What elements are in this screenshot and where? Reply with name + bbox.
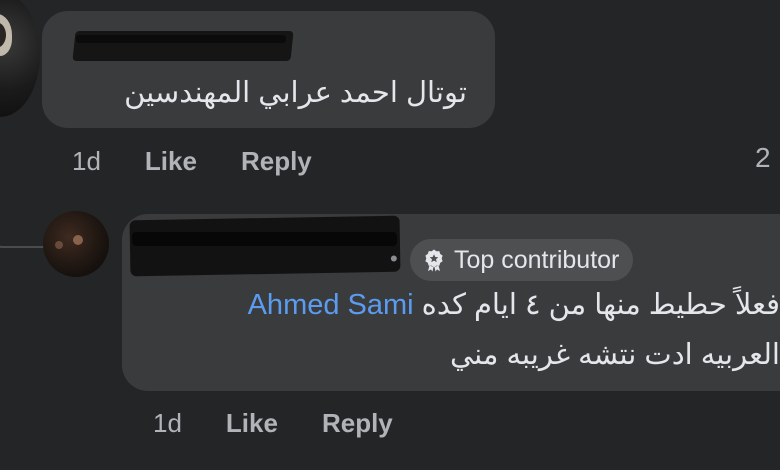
reply-actions: 1d Like Reply (153, 406, 393, 440)
comment-actions: 1d Like Reply (72, 144, 312, 178)
reply-text-line-2: العربيه ادت نتشه غريبه مني (450, 337, 780, 372)
like-button[interactable]: Like (226, 408, 278, 439)
reply-button[interactable]: Reply (322, 408, 393, 439)
author-name-redaction-stroke (76, 35, 286, 43)
reply-button[interactable]: Reply (241, 146, 312, 177)
mention-link[interactable]: Ahmed Sami (248, 289, 414, 321)
avatar[interactable] (0, 0, 40, 117)
reply-avatar[interactable] (43, 211, 109, 277)
like-button[interactable]: Like (145, 146, 197, 177)
comment-bubble: توتال احمد عرابي المهندسين (42, 11, 495, 128)
reply-time[interactable]: 1d (153, 408, 182, 439)
comment-text: توتال احمد عرابي المهندسين (124, 77, 467, 109)
comment-time[interactable]: 1d (72, 146, 101, 177)
author-name-redaction (129, 215, 401, 277)
reply-text-line-1: فعلاً حطيط منها من ٤ ايام كده Ahmed Sami (248, 287, 780, 322)
reply-text: فعلاً حطيط منها من ٤ ايام كده (421, 289, 780, 321)
avatar-photo-highlight (73, 235, 83, 245)
author-name-redaction-stroke (132, 232, 397, 246)
avatar-photo-highlight (55, 241, 63, 249)
comments-thread: توتال احمد عرابي المهندسين 1d Like Reply… (0, 0, 780, 470)
separator-dot: • (390, 246, 398, 271)
award-icon (422, 248, 446, 272)
reaction-count[interactable]: 2 (755, 142, 771, 174)
top-contributor-badge[interactable]: Top contributor (410, 239, 634, 281)
reply-bubble: • Top contributor فعلاً حطيط منها من ٤ ا… (122, 214, 780, 391)
badge-label: Top contributor (454, 245, 620, 274)
reply-text: العربيه ادت نتشه غريبه مني (450, 339, 780, 371)
reply-thread-connector (0, 232, 46, 248)
